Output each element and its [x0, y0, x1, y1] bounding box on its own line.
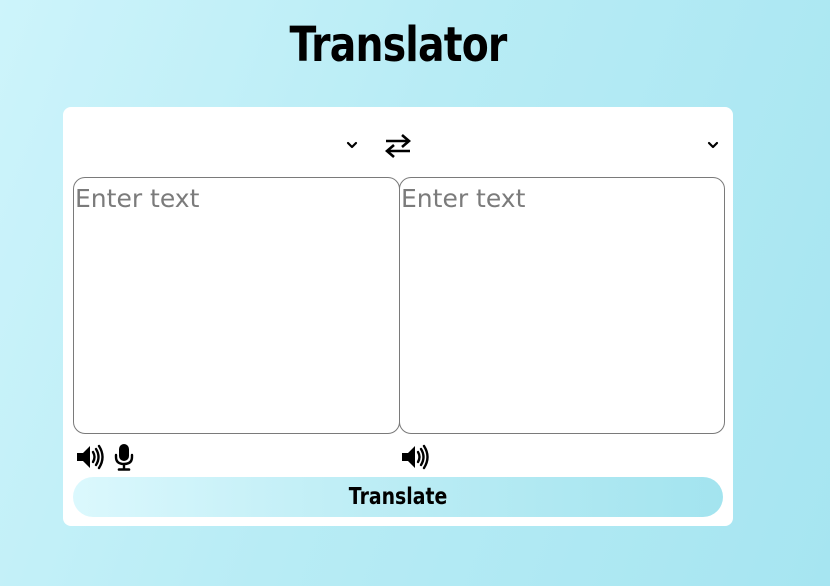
- translated-text-output[interactable]: [399, 177, 725, 434]
- chevron-down-icon: [346, 141, 358, 149]
- from-language-select[interactable]: [73, 129, 358, 163]
- microphone-icon[interactable]: [114, 443, 134, 471]
- translate-button-label: Translate: [348, 484, 448, 510]
- translator-card: Translate: [63, 107, 733, 526]
- chevron-down-icon: [707, 141, 719, 149]
- to-language-select[interactable]: [423, 129, 725, 163]
- source-text-input[interactable]: [73, 177, 400, 434]
- volume-icon[interactable]: [75, 443, 105, 471]
- language-row: [73, 129, 725, 163]
- page-title: Translator: [289, 17, 507, 73]
- volume-icon[interactable]: [400, 443, 430, 471]
- exchange-arrows-icon[interactable]: [384, 133, 412, 159]
- translate-button[interactable]: Translate: [73, 477, 723, 517]
